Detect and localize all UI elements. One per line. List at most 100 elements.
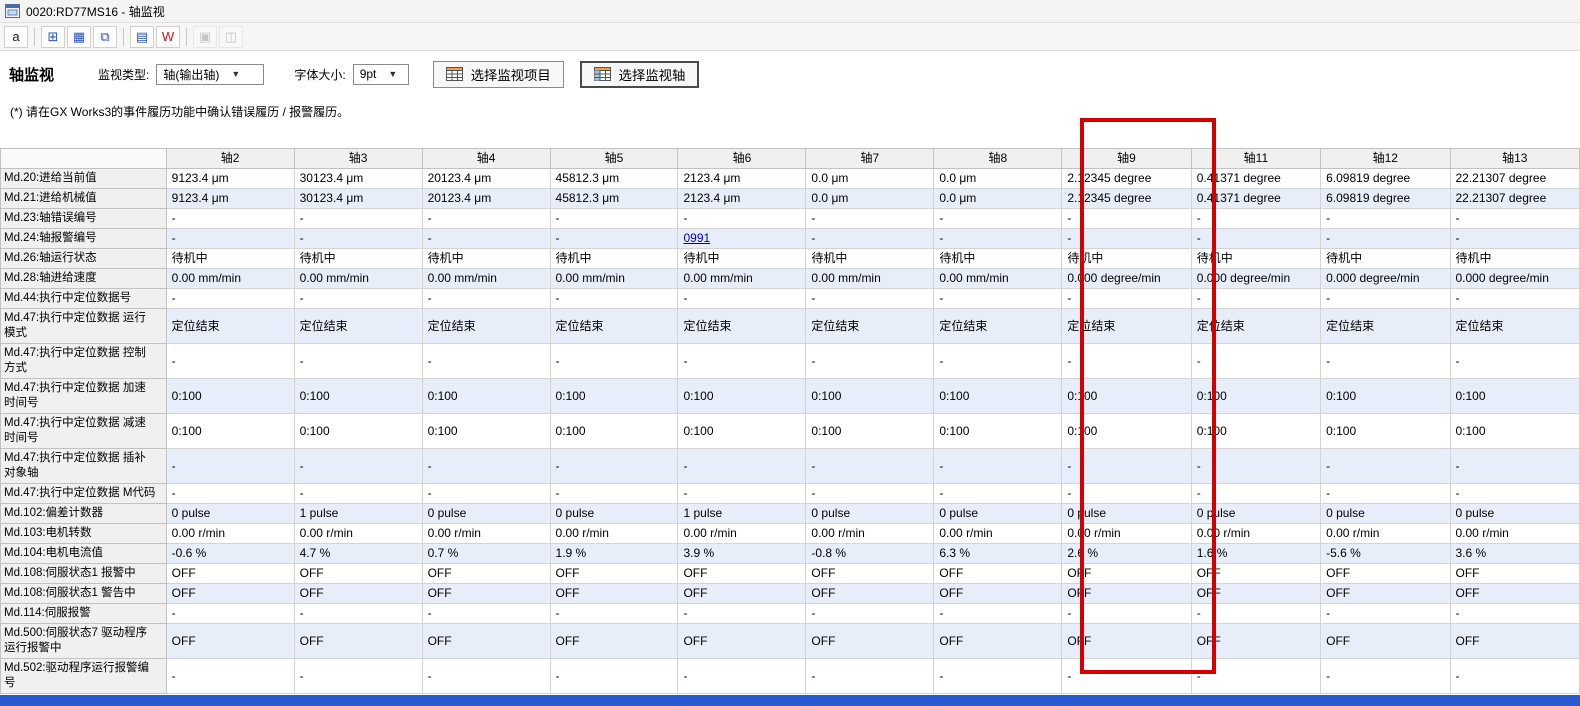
toolbar: a⊞▦⧉▤W▣◫ <box>0 23 1580 51</box>
column-header-轴13[interactable]: 轴13 <box>1450 149 1580 169</box>
monitor-type-value: 轴(输出轴) <box>163 66 219 83</box>
row-header[interactable]: Md.108:伺服状态1 警告中 <box>1 584 167 604</box>
cell: 0:100 <box>1321 414 1450 449</box>
cell: 0.41371 degree <box>1191 169 1320 189</box>
cell: 0:100 <box>1191 379 1320 414</box>
cell: - <box>166 604 294 624</box>
row-header[interactable]: Md.23:轴错误编号 <box>1 209 167 229</box>
row-header[interactable]: Md.114:伺服报警 <box>1 604 167 624</box>
cell: 20123.4 μm <box>422 189 550 209</box>
font-a-icon[interactable]: a <box>4 26 28 48</box>
cell: - <box>1191 344 1320 379</box>
column-header-轴4[interactable]: 轴4 <box>422 149 550 169</box>
cell: - <box>934 209 1062 229</box>
cell: 0.00 mm/min <box>806 269 934 289</box>
cell: - <box>1321 209 1450 229</box>
cell: OFF <box>422 564 550 584</box>
cell: - <box>1321 289 1450 309</box>
cell: - <box>422 229 550 249</box>
cell: -0.6 % <box>166 544 294 564</box>
row-header[interactable]: Md.47:执行中定位数据 M代码 <box>1 484 167 504</box>
row-header[interactable]: Md.47:执行中定位数据 运行 模式 <box>1 309 167 344</box>
cell: - <box>550 484 678 504</box>
cell: 0.00 r/min <box>1321 524 1450 544</box>
cell: 0.41371 degree <box>1191 189 1320 209</box>
record-icon: ◫ <box>219 26 243 48</box>
column-header-轴2[interactable]: 轴2 <box>166 149 294 169</box>
cell: 1 pulse <box>678 504 806 524</box>
cell: OFF <box>422 584 550 604</box>
alarm-number-link[interactable]: 0991 <box>683 231 710 245</box>
row-header[interactable]: Md.104:电机电流值 <box>1 544 167 564</box>
cell: OFF <box>1191 624 1320 659</box>
cell: OFF <box>1450 584 1580 604</box>
row-header[interactable]: Md.28:轴进给速度 <box>1 269 167 289</box>
bottom-strip <box>0 695 1580 706</box>
cell: 2123.4 μm <box>678 189 806 209</box>
table-row: Md.47:执行中定位数据 M代码----------- <box>1 484 1580 504</box>
font-size-select[interactable]: 9pt ▼ <box>353 64 409 85</box>
copy-window-icon[interactable]: ⧉ <box>93 26 117 48</box>
cell: 0:100 <box>422 379 550 414</box>
cell: 0:100 <box>1321 379 1450 414</box>
row-header[interactable]: Md.44:执行中定位数据号 <box>1 289 167 309</box>
column-header-轴7[interactable]: 轴7 <box>806 149 934 169</box>
wave-monitor-icon[interactable]: W <box>156 26 180 48</box>
row-header[interactable]: Md.21:进给机械值 <box>1 189 167 209</box>
row-header[interactable]: Md.102:偏差计数器 <box>1 504 167 524</box>
row-header[interactable]: Md.47:执行中定位数据 控制 方式 <box>1 344 167 379</box>
cell: - <box>422 449 550 484</box>
cell: 待机中 <box>1450 249 1580 269</box>
cell: - <box>678 449 806 484</box>
cell: - <box>1321 229 1450 249</box>
watch-window-icon[interactable]: ▦ <box>67 26 91 48</box>
table-row: Md.104:电机电流值-0.6 %4.7 %0.7 %1.9 %3.9 %-0… <box>1 544 1580 564</box>
row-header[interactable]: Md.47:执行中定位数据 减速 时间号 <box>1 414 167 449</box>
cell: OFF <box>294 564 422 584</box>
device-monitor-icon[interactable]: ⊞ <box>41 26 65 48</box>
column-header-轴12[interactable]: 轴12 <box>1321 149 1450 169</box>
monitor-type-select[interactable]: 轴(输出轴) ▼ <box>156 64 264 85</box>
cell: 0.000 degree/min <box>1062 269 1191 289</box>
row-header[interactable]: Md.20:进给当前值 <box>1 169 167 189</box>
row-header[interactable]: Md.108:伺服状态1 报警中 <box>1 564 167 584</box>
cell: - <box>166 449 294 484</box>
table-row: Md.23:轴错误编号----------- <box>1 209 1580 229</box>
column-header-轴9[interactable]: 轴9 <box>1062 149 1191 169</box>
select-monitor-axes-button[interactable]: 选择监视轴 <box>580 61 700 88</box>
column-header-轴3[interactable]: 轴3 <box>294 149 422 169</box>
column-header-轴8[interactable]: 轴8 <box>934 149 1062 169</box>
cell: - <box>678 484 806 504</box>
cell: - <box>1062 449 1191 484</box>
column-header-轴6[interactable]: 轴6 <box>678 149 806 169</box>
select-monitor-items-button[interactable]: 选择监视项目 <box>433 61 564 88</box>
row-header[interactable]: Md.103:电机转数 <box>1 524 167 544</box>
cell: - <box>1191 659 1320 694</box>
cell: - <box>678 604 806 624</box>
row-header[interactable]: Md.500:伺服状态7 驱动程序 运行报警中 <box>1 624 167 659</box>
row-header[interactable]: Md.502:驱动程序运行报警编 号 <box>1 659 167 694</box>
cell: - <box>166 484 294 504</box>
cell: 0.00 r/min <box>1062 524 1191 544</box>
column-header-轴11[interactable]: 轴11 <box>1191 149 1320 169</box>
row-header[interactable]: Md.47:执行中定位数据 加速 时间号 <box>1 379 167 414</box>
cell: - <box>806 449 934 484</box>
row-header[interactable]: Md.47:执行中定位数据 插补 对象轴 <box>1 449 167 484</box>
cell: - <box>1450 289 1580 309</box>
cell: OFF <box>1321 564 1450 584</box>
column-header-轴5[interactable]: 轴5 <box>550 149 678 169</box>
cell: - <box>1191 289 1320 309</box>
cell: 30123.4 μm <box>294 169 422 189</box>
cell: 0:100 <box>422 414 550 449</box>
cell: - <box>294 659 422 694</box>
edit-columns-icon[interactable]: ▤ <box>130 26 154 48</box>
cell: - <box>550 209 678 229</box>
cell: 定位结束 <box>1321 309 1450 344</box>
cell: 20123.4 μm <box>422 169 550 189</box>
cell: - <box>806 289 934 309</box>
row-header[interactable]: Md.26:轴运行状态 <box>1 249 167 269</box>
cell: OFF <box>550 624 678 659</box>
row-header[interactable]: Md.24:轴报警编号 <box>1 229 167 249</box>
table-row: Md.500:伺服状态7 驱动程序 运行报警中OFFOFFOFFOFFOFFOF… <box>1 624 1580 659</box>
cell: - <box>294 209 422 229</box>
